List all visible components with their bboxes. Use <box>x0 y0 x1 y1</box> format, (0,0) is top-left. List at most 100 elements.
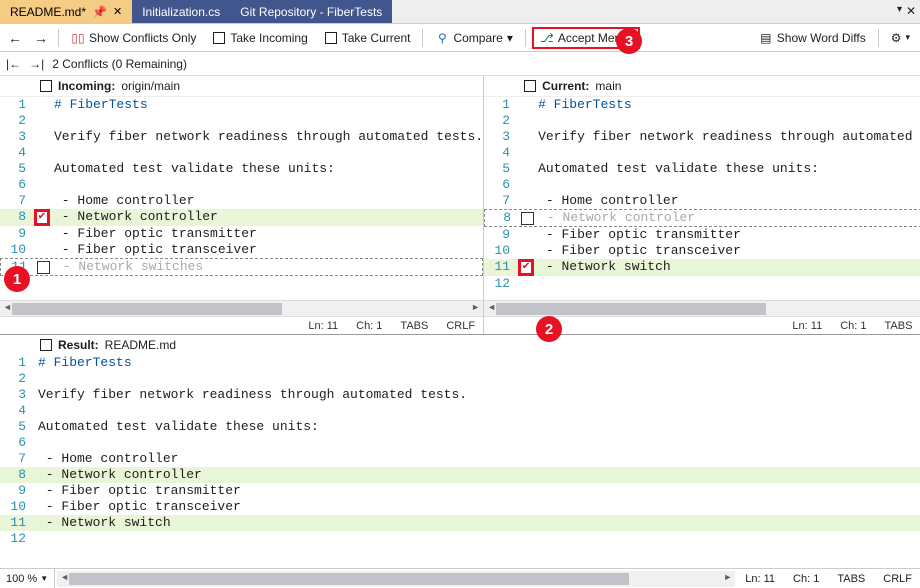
status-tabs: TABS <box>400 320 428 332</box>
scroll-thumb[interactable] <box>12 303 282 315</box>
code-text: - Network controller <box>34 467 920 483</box>
code-text: - Home controller <box>50 193 483 209</box>
button-label: Compare <box>453 31 502 45</box>
incoming-panel: Incoming: origin/main 1# FiberTests 2 3V… <box>0 76 484 334</box>
status-tabs: TABS <box>885 320 913 332</box>
scroll-right-icon[interactable]: ► <box>471 302 480 312</box>
scroll-thumb[interactable] <box>69 573 629 585</box>
button-label: Take Current <box>342 31 411 45</box>
code-text: Automated test validate these units: <box>534 161 920 177</box>
code-text: - Home controller <box>534 193 920 209</box>
horizontal-scrollbar[interactable]: ◄ ► <box>484 300 920 316</box>
code-text: - Fiber optic transceiver <box>50 242 483 258</box>
conflict-checkbox-incoming-1[interactable]: ✔ <box>34 209 50 226</box>
chevron-down-icon: ▾ <box>905 32 910 43</box>
tab-initialization[interactable]: Initialization.cs <box>132 0 230 23</box>
conflict-checkbox-incoming-2[interactable] <box>37 261 50 274</box>
settings-button[interactable]: ⚙ ▾ <box>885 29 916 47</box>
tab-label: Initialization.cs <box>142 5 220 19</box>
button-label: Show Conflicts Only <box>89 31 196 45</box>
current-code[interactable]: 1# FiberTests 2 3Verify fiber network re… <box>484 97 920 300</box>
close-icon[interactable]: ✕ <box>113 5 122 18</box>
separator <box>878 29 879 47</box>
code-text: Verify fiber network readiness through a… <box>50 129 483 145</box>
tab-readme[interactable]: README.md* 📌 ✕ <box>0 0 132 23</box>
panel-icon <box>524 80 536 92</box>
conflicts-count-label: 2 Conflicts (0 Remaining) <box>52 57 187 71</box>
next-conflict-icon[interactable]: →| <box>29 57 44 71</box>
compare-icon: ⚲ <box>435 31 449 45</box>
separator <box>525 29 526 47</box>
horizontal-scrollbar[interactable]: ◄ ► <box>57 571 735 587</box>
show-conflicts-only-button[interactable]: ▯▯ Show Conflicts Only <box>65 29 202 47</box>
code-text: # FiberTests <box>34 355 920 371</box>
code-text: Verify fiber network readiness through a… <box>534 129 920 145</box>
back-arrow-icon[interactable]: ← <box>4 30 26 46</box>
take-incoming-button[interactable]: Take Incoming <box>206 29 313 47</box>
callout-2: 2 <box>536 316 562 342</box>
current-label: Current: <box>542 79 589 93</box>
pin-icon[interactable]: 📌 <box>92 5 107 19</box>
code-text: - Network controler <box>535 210 920 226</box>
zoom-label: 100 % <box>6 573 37 585</box>
code-text: - Home controller <box>34 451 920 467</box>
tab-overflow-icon[interactable]: ▾ <box>897 4 902 15</box>
scroll-thumb[interactable] <box>496 303 766 315</box>
callout-3: 3 <box>616 28 642 54</box>
panel-icon <box>40 80 52 92</box>
code-text: Automated test validate these units: <box>50 161 483 177</box>
result-header: Result: README.md <box>0 335 920 355</box>
callout-1: 1 <box>4 266 30 292</box>
prev-conflict-icon[interactable]: |← <box>6 57 21 71</box>
result-panel: Result: README.md 1# FiberTests 2 3Verif… <box>0 334 920 549</box>
code-text: # FiberTests <box>534 97 920 113</box>
take-current-button[interactable]: Take Current <box>318 29 417 47</box>
result-label: Result: <box>58 338 99 352</box>
current-branch: main <box>595 79 621 93</box>
code-text: - Fiber optic transmitter <box>50 226 483 242</box>
take-incoming-icon <box>212 31 226 45</box>
status-ln: Ln: 11 <box>308 320 338 332</box>
code-text: - Network switch <box>534 259 920 276</box>
conflicts-navigation-bar: |← →| 2 Conflicts (0 Remaining) <box>0 52 920 76</box>
scroll-left-icon[interactable]: ◄ <box>60 572 69 582</box>
zoom-dropdown[interactable]: 100 % ▼ <box>0 569 55 588</box>
code-text: - Network switch <box>34 515 920 531</box>
code-text: Verify fiber network readiness through a… <box>34 387 920 403</box>
horizontal-scrollbar[interactable]: ◄ ► <box>0 300 483 316</box>
incoming-code[interactable]: 1# FiberTests 2 3Verify fiber network re… <box>0 97 483 300</box>
bottom-bar: 100 % ▼ ◄ ► Ln: 11 Ch: 1 TABS CRLF <box>0 568 920 588</box>
code-text: - Fiber optic transceiver <box>34 499 920 515</box>
current-header: Current: main <box>484 76 920 97</box>
panel-icon <box>40 339 52 351</box>
result-code[interactable]: 1# FiberTests 2 3Verify fiber network re… <box>0 355 920 549</box>
tab-git-repository[interactable]: Git Repository - FiberTests <box>230 0 392 23</box>
conflict-checkbox-current-2[interactable]: ✔ <box>518 259 534 276</box>
merge-icon: ⎇ <box>540 31 554 45</box>
separator <box>58 29 59 47</box>
incoming-status-bar: Ln: 11 Ch: 1 TABS CRLF <box>0 316 483 334</box>
document-tabs: README.md* 📌 ✕ Initialization.cs Git Rep… <box>0 0 920 24</box>
status-ln: Ln: 11 <box>745 573 775 585</box>
status-ch: Ch: 1 <box>793 573 819 585</box>
code-text: - Fiber optic transmitter <box>534 227 920 243</box>
scroll-right-icon[interactable]: ► <box>723 572 732 582</box>
status-ch: Ch: 1 <box>840 320 866 332</box>
merge-panels: Incoming: origin/main 1# FiberTests 2 3V… <box>0 76 920 334</box>
scroll-left-icon[interactable]: ◄ <box>487 302 496 312</box>
scroll-left-icon[interactable]: ◄ <box>3 302 12 312</box>
compare-button[interactable]: ⚲ Compare ▾ <box>429 29 518 47</box>
conflict-checkbox-current-1[interactable] <box>521 212 534 225</box>
tab-label: README.md* <box>10 5 86 19</box>
button-label: Show Word Diffs <box>777 31 866 45</box>
code-text: - Network switches <box>51 259 482 275</box>
separator <box>422 29 423 47</box>
window-close-icon[interactable]: ✕ <box>906 4 916 18</box>
code-text: - Network controller <box>50 209 483 226</box>
show-word-diffs-button[interactable]: ▤ Show Word Diffs <box>753 29 872 47</box>
result-status-bar: Ln: 11 Ch: 1 TABS CRLF <box>737 573 920 585</box>
result-filename: README.md <box>105 338 176 352</box>
forward-arrow-icon[interactable]: → <box>30 30 52 46</box>
status-ch: Ch: 1 <box>356 320 382 332</box>
merge-toolbar: ← → ▯▯ Show Conflicts Only Take Incoming… <box>0 24 920 52</box>
